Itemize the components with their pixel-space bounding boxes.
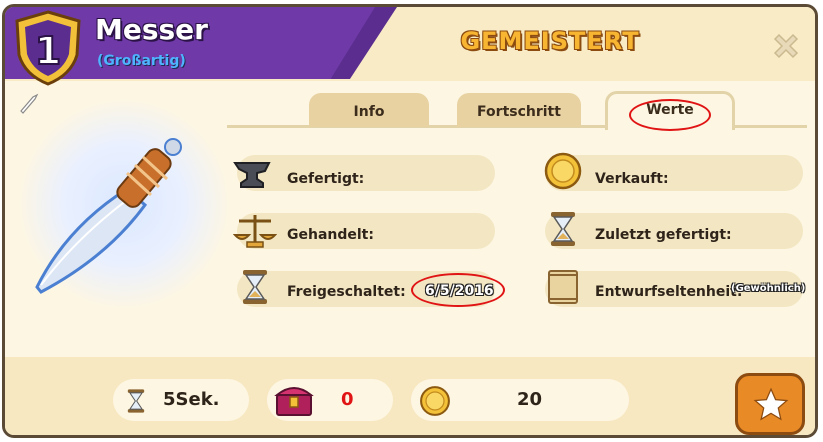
hourglass-icon bbox=[127, 389, 145, 413]
item-quality: (Großartig) bbox=[97, 53, 186, 69]
tab-fortschritt[interactable]: Fortschritt bbox=[457, 93, 581, 127]
traded-label: Gehandelt: bbox=[287, 227, 374, 243]
tab-info[interactable]: Info bbox=[309, 93, 429, 127]
star-icon bbox=[753, 387, 789, 421]
highlight-circle-date bbox=[411, 273, 505, 307]
hourglass-icon bbox=[551, 212, 575, 246]
close-icon[interactable] bbox=[769, 29, 803, 63]
mastery-status: GEMEISTERT bbox=[460, 27, 640, 55]
level-number: 1 bbox=[35, 29, 61, 73]
highlight-circle-tab bbox=[629, 99, 711, 131]
anvil-icon bbox=[233, 162, 271, 188]
coin-value: 20 bbox=[517, 389, 543, 410]
unlocked-label: Freigeschaltet: bbox=[287, 284, 406, 300]
scroll-icon bbox=[548, 270, 578, 304]
favorite-button[interactable] bbox=[735, 373, 805, 435]
knife-icon bbox=[35, 138, 182, 294]
item-detail-panel: 1 Messer (Großartig) GEMEISTERT Info For… bbox=[2, 4, 818, 438]
stat-row-crafted bbox=[237, 155, 495, 191]
sold-label: Verkauft: bbox=[595, 171, 669, 187]
chest-count: 0 bbox=[341, 389, 354, 410]
item-title: Messer bbox=[95, 13, 208, 46]
level-shield-icon: 1 bbox=[15, 10, 81, 86]
chest-icon bbox=[274, 387, 314, 416]
crafted-label: Gefertigt: bbox=[287, 171, 365, 187]
last-crafted-label: Zuletzt gefertigt: bbox=[595, 227, 732, 243]
rarity-label: Entwurfseltenheit: bbox=[595, 284, 743, 300]
coin-icon bbox=[420, 386, 450, 416]
rarity-value: (Gewöhnlich) bbox=[731, 283, 806, 294]
hourglass-icon bbox=[243, 270, 267, 304]
knife-small-icon bbox=[20, 93, 39, 114]
craft-time: 5Sek. bbox=[163, 389, 220, 410]
coin-icon bbox=[544, 152, 582, 190]
scales-icon bbox=[233, 215, 277, 248]
